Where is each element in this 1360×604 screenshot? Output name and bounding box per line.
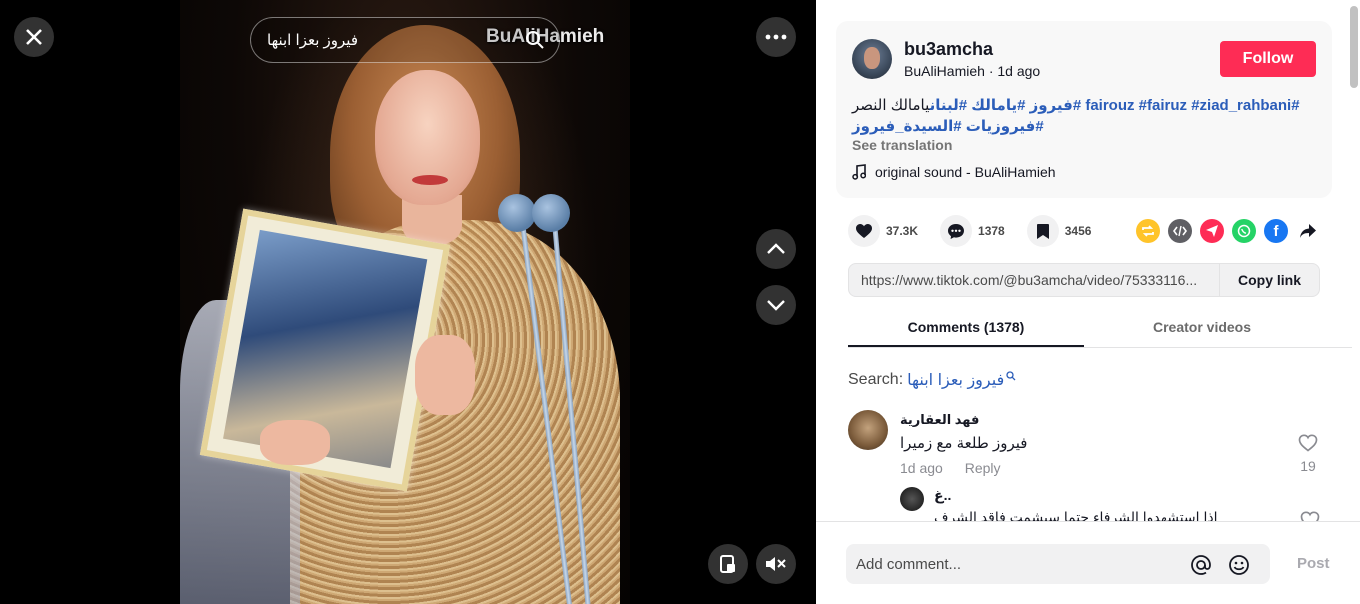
send-to-friends-icon[interactable] <box>1200 219 1224 243</box>
comment-like-count: 19 <box>1300 458 1316 474</box>
video-player[interactable]: BuAliHamieh فيروز بعزا ابنها <box>0 0 816 604</box>
replier-username[interactable]: غ.. <box>934 487 951 504</box>
replier-avatar[interactable] <box>900 487 924 511</box>
details-panel: bu3amcha BuAliHamieh · 1d ago Follow #fa… <box>816 0 1360 604</box>
caption-text: يامالك النصر <box>852 97 930 114</box>
more-options-button[interactable] <box>756 17 796 57</box>
share-link-box: https://www.tiktok.com/@bu3amcha/video/7… <box>848 263 1320 297</box>
add-comment-input[interactable]: Add comment... <box>846 544 1270 584</box>
close-button[interactable] <box>14 17 54 57</box>
bookmark-icon <box>1036 223 1049 239</box>
search-term[interactable]: فيروز بعزا ابنها <box>907 370 1004 390</box>
scrollbar[interactable] <box>1350 6 1358 88</box>
emoji-icon[interactable] <box>1228 554 1250 580</box>
tab-creator-videos[interactable]: Creator videos <box>1084 311 1320 347</box>
close-icon <box>26 29 42 45</box>
caption-line-2: #فيروزيات #السيدة_فيروز <box>852 116 1312 137</box>
chevron-down-icon <box>767 300 785 311</box>
sound-link[interactable]: original sound - BuAliHamieh <box>852 164 1056 180</box>
mention-icon[interactable] <box>1190 554 1212 580</box>
search-icon <box>1006 371 1016 381</box>
see-translation-link[interactable]: See translation <box>852 137 952 153</box>
caption-hashtags[interactable]: #fairouz #fairuz #ziad_rahbani #فيروز #ي… <box>930 97 1300 114</box>
facebook-icon[interactable]: f <box>1264 219 1288 243</box>
author-avatar[interactable] <box>852 39 892 79</box>
engagement-actions: 37.3K 1378 3456 <box>848 212 1113 250</box>
video-search-text: فيروز بعزا ابنها <box>267 32 359 49</box>
previous-video-button[interactable] <box>756 229 796 269</box>
tab-comments[interactable]: Comments (1378) <box>848 311 1084 347</box>
content-tabs: Comments (1378) Creator videos <box>848 311 1352 348</box>
share-buttons: f <box>1136 219 1320 243</box>
singer-hand <box>260 420 330 465</box>
comment-item: فهد العقارية فيروز طلعة مع زميرا 1d ago … <box>848 410 1320 480</box>
singer-lips <box>412 175 448 185</box>
mute-button[interactable] <box>756 544 796 584</box>
comment-like-button[interactable] <box>1296 434 1320 457</box>
caption-hashtags[interactable]: #فيروزيات #السيدة_فيروز <box>852 118 1044 135</box>
singer-hand <box>415 335 475 415</box>
author-username[interactable]: bu3amcha <box>904 39 993 60</box>
reply-text: اذا استشهدوا الشرفاء حتما سيشمت فاقد الش… <box>934 509 1218 521</box>
more-dots-icon <box>765 34 787 40</box>
muted-speaker-icon <box>766 557 786 571</box>
video-search-bar[interactable]: فيروز بعزا ابنها <box>250 17 560 63</box>
comment-search-suggestion[interactable]: Search: فيروز بعزا ابنها <box>848 370 1016 390</box>
author-display-name[interactable]: BuAliHamieh <box>904 63 985 79</box>
follow-button[interactable]: Follow <box>1220 41 1316 77</box>
heart-outline-icon <box>1298 434 1318 452</box>
reply-like-button[interactable] <box>1300 511 1320 521</box>
description-card: bu3amcha BuAliHamieh · 1d ago Follow #fa… <box>836 21 1332 198</box>
tiktok-video-viewer: BuAliHamieh فيروز بعزا ابنها bu3amcha Bu… <box>0 0 1360 604</box>
commenter-username[interactable]: فهد العقارية <box>900 412 979 428</box>
commenter-avatar[interactable] <box>848 410 888 450</box>
comment-composer: Add comment... Post <box>816 521 1360 604</box>
chevron-up-icon <box>767 243 785 254</box>
caption-line-1: #fairouz #fairuz #ziad_rahbani #فيروز #ي… <box>852 95 1312 116</box>
reply-button[interactable]: Reply <box>965 460 1001 476</box>
share-link-url[interactable]: https://www.tiktok.com/@bu3amcha/video/7… <box>849 272 1219 288</box>
post-comment-button[interactable]: Post <box>1297 555 1330 572</box>
whatsapp-icon[interactable] <box>1232 219 1256 243</box>
comment-time: 1d ago <box>900 460 943 476</box>
comment-count: 1378 <box>978 224 1005 238</box>
comment-meta: 1d ago Reply <box>900 460 1001 476</box>
sound-name: original sound - BuAliHamieh <box>875 164 1056 180</box>
author-meta: BuAliHamieh · 1d ago <box>904 63 1040 79</box>
pip-icon <box>720 555 735 573</box>
comment-text: فيروز طلعة مع زميرا <box>900 435 1028 452</box>
search-icon[interactable] <box>525 30 545 55</box>
microphone <box>532 194 570 232</box>
copy-link-button[interactable]: Copy link <box>1219 264 1319 296</box>
comment-placeholder: Add comment... <box>856 555 962 573</box>
repost-icon[interactable] <box>1136 219 1160 243</box>
post-time: 1d ago <box>997 63 1041 79</box>
next-video-button[interactable] <box>756 285 796 325</box>
music-note-icon <box>852 164 866 180</box>
video-caption: #fairouz #fairuz #ziad_rahbani #فيروز #ي… <box>852 95 1312 137</box>
like-count: 37.3K <box>886 224 919 238</box>
save-count: 3456 <box>1064 224 1092 238</box>
reply-item: غ.. اذا استشهدوا الشرفاء حتما سيشمت فاقد… <box>900 485 1320 521</box>
picture-in-picture-button[interactable] <box>708 544 748 584</box>
save-action[interactable]: 3456 <box>1026 215 1092 247</box>
like-action[interactable]: 37.3K <box>848 215 918 247</box>
comment-action[interactable]: 1378 <box>940 215 1005 247</box>
search-label: Search: <box>848 371 904 388</box>
comment-icon <box>948 223 965 239</box>
share-arrow-icon[interactable] <box>1296 219 1320 243</box>
heart-icon <box>856 224 872 238</box>
microphone <box>498 194 536 232</box>
heart-outline-icon <box>1300 511 1320 521</box>
video-frame <box>180 0 630 604</box>
embed-code-icon[interactable] <box>1168 219 1192 243</box>
